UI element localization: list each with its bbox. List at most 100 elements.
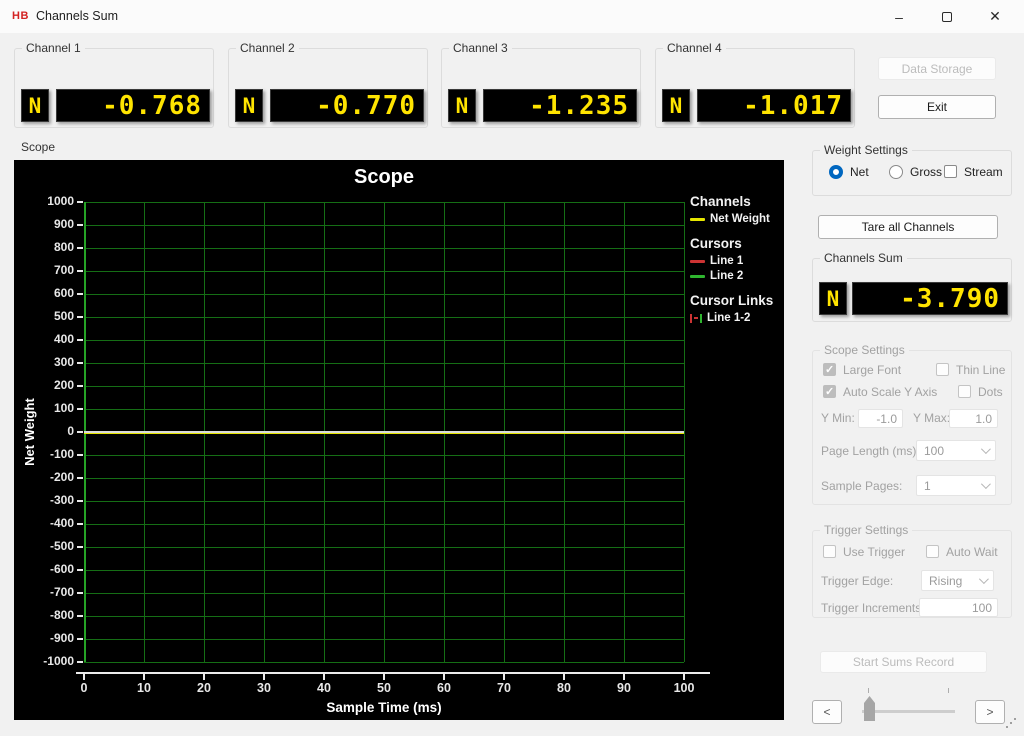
hbm-logo-icon: HB xyxy=(12,10,29,22)
x-tick-label: 20 xyxy=(184,681,224,695)
channel-2-label: Channel 2 xyxy=(236,41,299,55)
auto-scale-label: Auto Scale Y Axis xyxy=(843,385,937,399)
channel-3-display: -1.235 xyxy=(483,89,637,122)
link-bar xyxy=(690,314,692,323)
y-tick-mark xyxy=(77,293,83,295)
slider-tick xyxy=(948,688,949,693)
page-length-label: Page Length (ms): xyxy=(821,444,920,458)
page-length-value: 100 xyxy=(924,444,944,458)
y-tick-mark xyxy=(77,362,83,364)
weight-settings-group: Weight Settings Net Gross Stream xyxy=(812,150,1012,196)
series-net-weight xyxy=(84,433,684,434)
y-tick-label: 900 xyxy=(20,217,74,231)
y-tick-mark xyxy=(77,500,83,502)
tare-all-channels-button[interactable]: Tare all Channels xyxy=(818,215,998,239)
y-tick-label: 800 xyxy=(20,240,74,254)
y-tick-mark xyxy=(77,247,83,249)
zero-baseline xyxy=(84,431,684,433)
legend-item: Line 1 xyxy=(690,255,782,267)
x-tick-label: 30 xyxy=(244,681,284,695)
close-icon: ✕ xyxy=(989,8,1001,25)
channels-sum-label: Channels Sum xyxy=(820,251,907,265)
y-tick-mark xyxy=(77,569,83,571)
x-tick-label: 80 xyxy=(544,681,584,695)
y-tick-mark xyxy=(77,477,83,479)
net-radio-label: Net xyxy=(850,165,869,179)
page-length-dropdown: 100 xyxy=(916,440,996,461)
x-tick-mark xyxy=(323,672,325,680)
channel-1-label: Channel 1 xyxy=(22,41,85,55)
maximize-button[interactable] xyxy=(924,0,970,33)
title-bar: HB Channels Sum – ✕ xyxy=(0,0,1024,33)
stream-checkbox[interactable] xyxy=(944,165,957,178)
x-tick-label: 50 xyxy=(364,681,404,695)
x-tick-label: 60 xyxy=(424,681,464,695)
x-tick-mark xyxy=(563,672,565,680)
legend-section: ChannelsNet Weight xyxy=(690,194,782,225)
channel-3-unit: N xyxy=(448,89,476,122)
start-sums-record-button: Start Sums Record xyxy=(820,651,987,673)
channel-1-unit: N xyxy=(21,89,49,122)
stream-checkbox-label: Stream xyxy=(964,165,1003,179)
page-slider-thumb[interactable] xyxy=(864,696,875,721)
link-dash xyxy=(694,317,698,319)
legend-item: Line 1-2 xyxy=(690,312,782,324)
close-button[interactable]: ✕ xyxy=(972,0,1018,33)
legend-item-label: Net Weight xyxy=(710,213,770,225)
minimize-button[interactable]: – xyxy=(876,0,922,33)
x-tick-label: 90 xyxy=(604,681,644,695)
channel-4-label: Channel 4 xyxy=(663,41,726,55)
scope-chart: Scope Net Weight Sample Time (ms) Channe… xyxy=(14,160,784,720)
page-next-button[interactable]: > xyxy=(975,700,1005,724)
resize-grip[interactable] xyxy=(1006,718,1018,730)
sample-pages-value: 1 xyxy=(924,479,931,493)
channels-sum-display: -3.790 xyxy=(852,282,1008,315)
y-tick-label: 200 xyxy=(20,378,74,392)
legend-header: Cursors xyxy=(690,236,782,251)
x-tick-mark xyxy=(383,672,385,680)
legend-section: Cursor LinksLine 1-2 xyxy=(690,293,782,324)
y-tick-mark xyxy=(77,638,83,640)
y-tick-mark xyxy=(77,546,83,548)
y-tick-mark xyxy=(77,339,83,341)
scope-group-label: Scope xyxy=(18,140,58,154)
y-tick-mark xyxy=(77,431,83,433)
y-tick-mark xyxy=(77,408,83,410)
y-tick-label: 0 xyxy=(20,424,74,438)
gross-radio[interactable] xyxy=(889,165,903,179)
page-prev-button[interactable]: < xyxy=(812,700,842,724)
y-tick-mark xyxy=(77,270,83,272)
y-tick-mark xyxy=(77,201,83,203)
y-tick-mark xyxy=(77,316,83,318)
x-tick-mark xyxy=(443,672,445,680)
slider-tick xyxy=(868,688,869,693)
channel-2-group: Channel 2N-0.770 xyxy=(228,48,428,128)
scope-settings-group: Scope Settings Large Font Thin Line Auto… xyxy=(812,350,1012,505)
exit-button[interactable]: Exit xyxy=(878,95,996,119)
x-axis-label: Sample Time (ms) xyxy=(84,700,684,715)
use-trigger-label: Use Trigger xyxy=(843,545,905,559)
trigger-settings-label: Trigger Settings xyxy=(820,523,912,537)
weight-settings-label: Weight Settings xyxy=(820,143,912,157)
net-radio[interactable] xyxy=(829,165,843,179)
trigger-settings-group: Trigger Settings Use Trigger Auto Wait T… xyxy=(812,530,1012,618)
x-tick-mark xyxy=(503,672,505,680)
maximize-icon xyxy=(942,12,952,22)
y-tick-label: -200 xyxy=(20,470,74,484)
channel-4-display: -1.017 xyxy=(697,89,851,122)
app-window: HB Channels Sum – ✕ Channel 1N-0.768Chan… xyxy=(0,0,1024,736)
trigger-increments-field: 100 xyxy=(919,598,998,617)
y-tick-label: -700 xyxy=(20,585,74,599)
page-slider-track[interactable] xyxy=(862,710,955,713)
window-title: Channels Sum xyxy=(36,9,118,23)
legend-item-label: Line 1 xyxy=(710,255,743,267)
y-tick-label: -500 xyxy=(20,539,74,553)
minimize-icon: – xyxy=(895,9,903,25)
auto-wait-checkbox xyxy=(926,545,939,558)
y-tick-label: 700 xyxy=(20,263,74,277)
y-tick-label: 400 xyxy=(20,332,74,346)
y-tick-label: -1000 xyxy=(20,654,74,668)
use-trigger-checkbox xyxy=(823,545,836,558)
y-tick-mark xyxy=(77,454,83,456)
y-tick-label: 300 xyxy=(20,355,74,369)
